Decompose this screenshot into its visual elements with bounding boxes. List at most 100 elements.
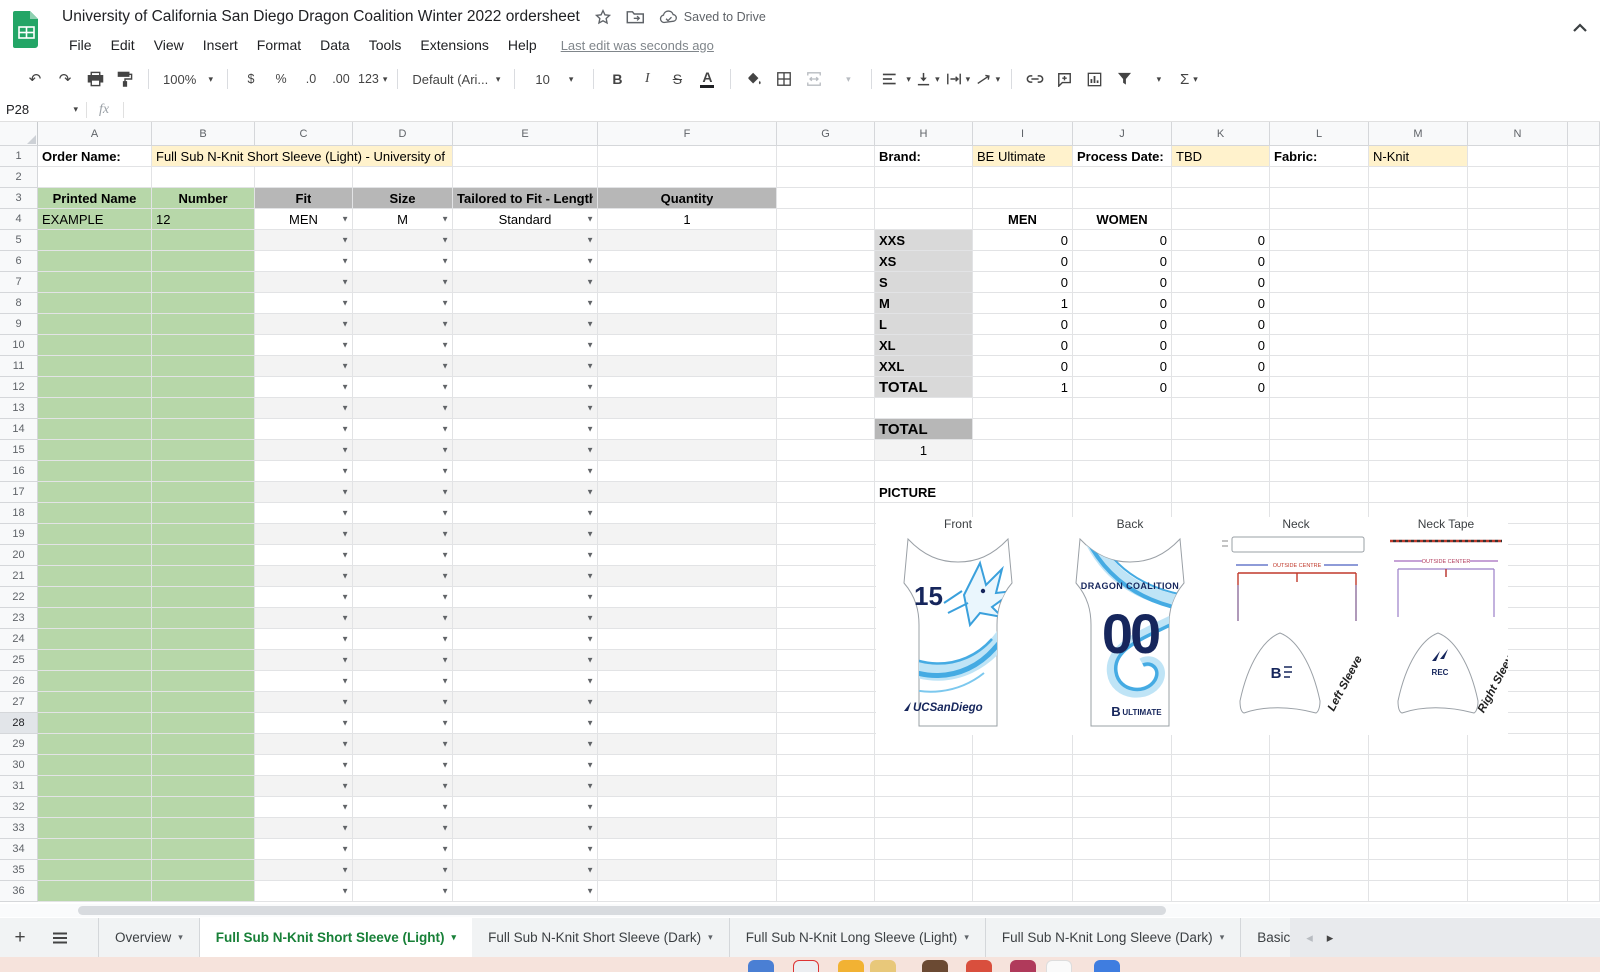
cell-D18[interactable]: ▼ [353,503,453,524]
dropdown-arrow[interactable]: ▼ [341,257,349,266]
cell-K15[interactable] [1172,440,1270,461]
dropdown-arrow[interactable]: ▼ [586,446,594,455]
cell-X33[interactable] [1568,818,1600,839]
cell-D15[interactable]: ▼ [353,440,453,461]
cell-C34[interactable]: ▼ [255,839,353,860]
cell-J34[interactable] [1073,839,1172,860]
cell-C21[interactable]: ▼ [255,566,353,587]
row-header-26[interactable]: 26 [0,671,38,692]
cell-I9[interactable]: 0 [973,314,1073,335]
menu-data[interactable]: Data [313,35,357,55]
row-header-18[interactable]: 18 [0,503,38,524]
dock-app-5[interactable] [922,960,948,972]
dropdown-arrow[interactable]: ▼ [341,719,349,728]
cell-N35[interactable] [1468,860,1568,881]
cell-C15[interactable]: ▼ [255,440,353,461]
cell-H12[interactable]: TOTAL [875,377,973,398]
cell-M16[interactable] [1369,461,1468,482]
row-header-3[interactable]: 3 [0,188,38,209]
cell-X29[interactable] [1568,734,1600,755]
cell-C27[interactable]: ▼ [255,692,353,713]
cell-N11[interactable] [1468,356,1568,377]
cell-F5[interactable] [598,230,777,251]
cell-E29[interactable]: ▼ [453,734,598,755]
zoom-select[interactable]: 100% ▾ [159,66,217,92]
menu-file[interactable]: File [62,35,99,55]
cell-L13[interactable] [1270,398,1369,419]
cell-E32[interactable]: ▼ [453,797,598,818]
dropdown-arrow[interactable]: ▼ [441,257,449,266]
cell-L3[interactable] [1270,188,1369,209]
cell-B25[interactable] [152,650,255,671]
dropdown-arrow[interactable]: ▼ [586,593,594,602]
dropdown-arrow[interactable]: ▼ [341,677,349,686]
cell-K4[interactable] [1172,209,1270,230]
cell-E16[interactable]: ▼ [453,461,598,482]
cell-A13[interactable] [38,398,152,419]
cell-F21[interactable] [598,566,777,587]
cell-C12[interactable]: ▼ [255,377,353,398]
column-header-H[interactable]: H [875,122,973,146]
cell-X4[interactable] [1568,209,1600,230]
dock-app-9[interactable] [1094,960,1120,972]
cell-M17[interactable] [1369,482,1468,503]
dropdown-arrow[interactable]: ▼ [441,488,449,497]
cell-X13[interactable] [1568,398,1600,419]
dropdown-arrow[interactable]: ▼ [441,299,449,308]
dropdown-arrow[interactable]: ▼ [586,320,594,329]
cell-C3[interactable]: Fit [255,188,353,209]
cell-A24[interactable] [38,629,152,650]
cell-C4[interactable]: MEN ▼ [255,209,353,230]
cell-B28[interactable] [152,713,255,734]
column-header-C[interactable]: C [255,122,353,146]
cell-G15[interactable] [777,440,875,461]
row-header-10[interactable]: 10 [0,335,38,356]
cell-B8[interactable] [152,293,255,314]
cell-M2[interactable] [1369,167,1468,188]
cell-C6[interactable]: ▼ [255,251,353,272]
cell-H4[interactable] [875,209,973,230]
cell-G27[interactable] [777,692,875,713]
cell-H17[interactable]: PICTURE [875,482,973,503]
cell-X3[interactable] [1568,188,1600,209]
cell-D2[interactable] [353,167,453,188]
dropdown-arrow[interactable]: ▼ [586,488,594,497]
row-header-12[interactable]: 12 [0,377,38,398]
cell-H11[interactable]: XXL [875,356,973,377]
cell-C20[interactable]: ▼ [255,545,353,566]
cell-F7[interactable] [598,272,777,293]
cell-F23[interactable] [598,608,777,629]
column-header-B[interactable]: B [152,122,255,146]
dropdown-arrow[interactable]: ▼ [341,635,349,644]
dropdown-arrow[interactable]: ▼ [441,425,449,434]
cell-C2[interactable] [255,167,353,188]
cell-B12[interactable] [152,377,255,398]
cell-B27[interactable] [152,692,255,713]
row-header-6[interactable]: 6 [0,251,38,272]
cell-E18[interactable]: ▼ [453,503,598,524]
cell-N32[interactable] [1468,797,1568,818]
cell-L8[interactable] [1270,293,1369,314]
cell-M12[interactable] [1369,377,1468,398]
cell-I17[interactable] [973,482,1073,503]
redo-icon[interactable]: ↷ [52,66,78,92]
cell-J5[interactable]: 0 [1073,230,1172,251]
cell-K9[interactable]: 0 [1172,314,1270,335]
cell-F16[interactable] [598,461,777,482]
cell-E3[interactable]: Tailored to Fit - Length [453,188,598,209]
cell-G21[interactable] [777,566,875,587]
cell-K2[interactable] [1172,167,1270,188]
cell-M14[interactable] [1369,419,1468,440]
cell-D31[interactable]: ▼ [353,776,453,797]
dropdown-arrow[interactable]: ▼ [586,383,594,392]
column-header-E[interactable]: E [453,122,598,146]
cell-H33[interactable] [875,818,973,839]
cell-K30[interactable] [1172,755,1270,776]
dropdown-arrow[interactable]: ▼ [441,446,449,455]
format-currency-icon[interactable]: $ [238,66,264,92]
cell-E23[interactable]: ▼ [453,608,598,629]
row-header-11[interactable]: 11 [0,356,38,377]
cell-H34[interactable] [875,839,973,860]
cell-L6[interactable] [1270,251,1369,272]
cell-E13[interactable]: ▼ [453,398,598,419]
